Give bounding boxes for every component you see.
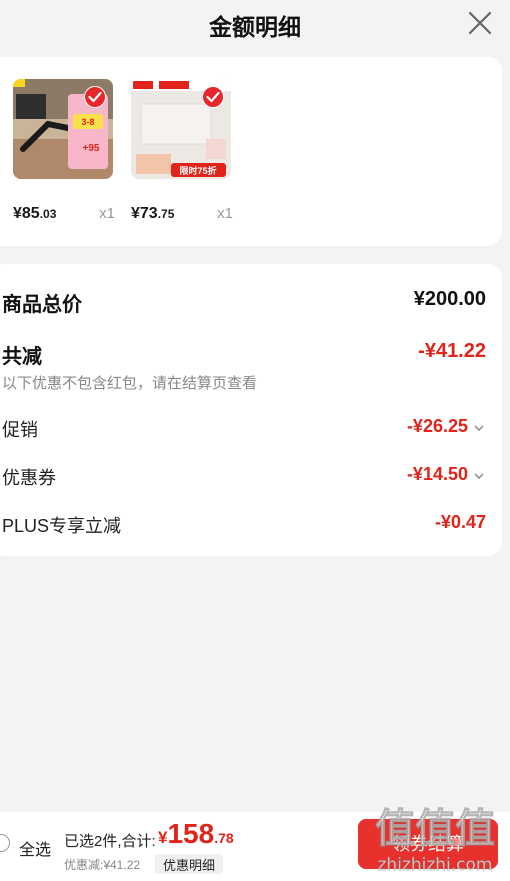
price-dec: .03 (39, 207, 57, 221)
goods-total-value: ¥200.00 (413, 288, 486, 310)
header: 金额明细 (0, 0, 510, 50)
total-dec: .78 (214, 830, 234, 846)
discount-text: 优惠减:¥41.22 (64, 858, 141, 872)
summary-card: 商品总价 ¥200.00 共减 -¥41.22 以下优惠不包含红包，请在结算页查… (0, 264, 502, 556)
close-icon (468, 11, 492, 35)
coupon-label: 优惠券 (2, 468, 56, 488)
svg-text:+95: +95 (83, 143, 100, 154)
selected-count-text: 已选2件,合计: (64, 833, 156, 850)
svg-text:限时75折: 限时75折 (179, 165, 216, 176)
discount-note: 以下优惠不包含红包，请在结算页查看 (2, 375, 258, 392)
chevron-down-icon[interactable] (474, 473, 484, 479)
monitor-arm-product-image[interactable]: 3-8 +95 (13, 79, 113, 179)
selected-check-icon[interactable] (84, 86, 106, 108)
plus-value: -¥0.47 (434, 512, 486, 532)
price-dec: .75 (157, 207, 175, 221)
product-qty: x1 (99, 205, 115, 222)
price-int: ¥85 (13, 205, 40, 222)
total-reduce-value: -¥41.22 (418, 340, 486, 362)
promo-label: 促销 (2, 420, 38, 440)
goods-total-label: 商品总价 (2, 294, 82, 316)
selected-check-icon[interactable] (202, 86, 224, 108)
total-int: 158 (167, 818, 215, 849)
product-item[interactable]: 3-8 +95 ¥85.03 x1 (13, 79, 115, 222)
product-item[interactable]: 限时75折 ¥73.75 x1 (131, 79, 233, 222)
chevron-down-icon[interactable] (474, 425, 484, 431)
bottom-bar: 全选 已选2件,合计: ¥158.78 优惠减:¥41.22 优惠明细 领券结算 (0, 812, 510, 881)
close-button[interactable] (466, 9, 494, 37)
page-title: 金额明细 (209, 14, 301, 40)
checkout-button[interactable]: 领券结算 (358, 819, 498, 869)
total-price: ¥158.78 (158, 818, 234, 850)
select-all-radio[interactable] (0, 834, 10, 852)
ceiling-light-product-image[interactable]: 限时75折 (131, 79, 231, 179)
select-all-label[interactable]: 全选 (19, 836, 51, 860)
svg-text:3-8: 3-8 (81, 117, 94, 127)
product-price: ¥85.03 x1 (13, 205, 115, 223)
plus-label: PLUS专享立减 (2, 516, 122, 536)
product-price: ¥73.75 x1 (131, 205, 233, 223)
discount-detail-button[interactable]: 优惠明细 (155, 854, 224, 874)
total-reduce-label: 共减 (2, 346, 42, 368)
product-qty: x1 (217, 205, 233, 222)
promo-value: -¥26.25 (406, 416, 468, 436)
price-int: ¥73 (131, 205, 158, 222)
products-card: 3-8 +95 ¥85.03 x1 限时75折 ¥73.75 x1 (0, 57, 502, 246)
coupon-value: -¥14.50 (406, 464, 468, 484)
